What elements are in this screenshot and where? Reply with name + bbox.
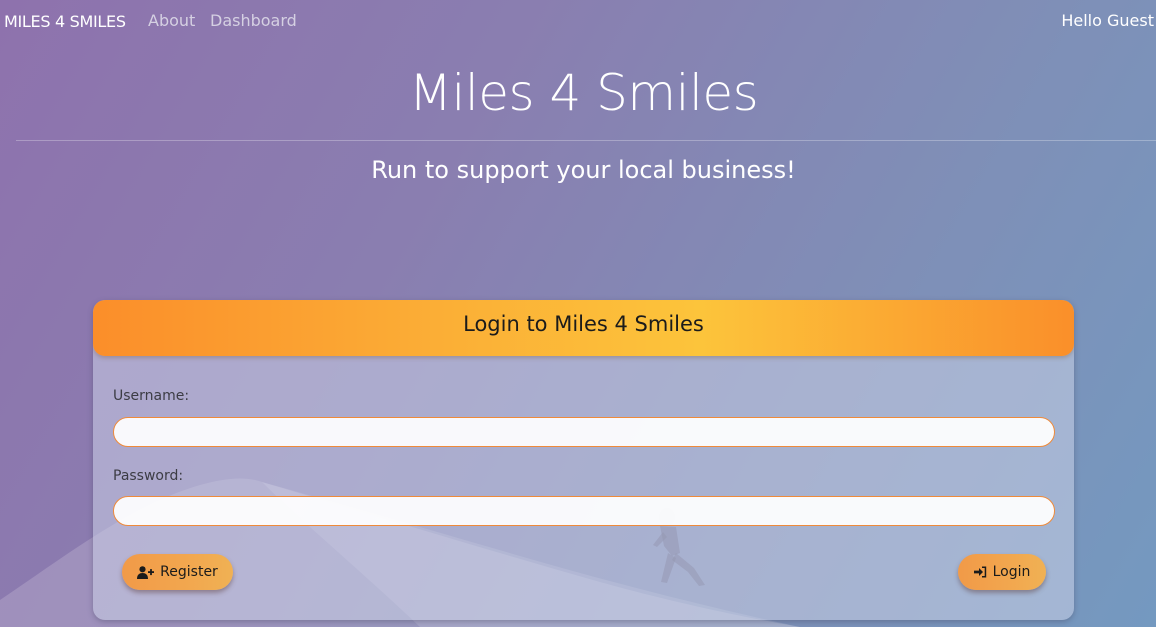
user-greeting: Hello Guest xyxy=(1061,11,1154,30)
password-input[interactable] xyxy=(113,496,1055,526)
register-button[interactable]: Register xyxy=(122,554,233,590)
page-title: Miles 4 Smiles xyxy=(408,64,759,122)
login-card-title: Login to Miles 4 Smiles xyxy=(463,312,704,336)
brand-link[interactable]: MILES 4 SMILES xyxy=(4,12,126,31)
login-card-header: Login to Miles 4 Smiles xyxy=(93,300,1074,356)
sign-in-icon xyxy=(973,566,987,578)
nav-link-dashboard[interactable]: Dashboard xyxy=(210,11,297,30)
login-card: Login to Miles 4 Smiles Username: Passwo… xyxy=(93,300,1074,620)
password-label: Password: xyxy=(113,468,184,484)
user-plus-icon xyxy=(137,565,155,579)
login-button[interactable]: Login xyxy=(958,554,1046,590)
hero-divider xyxy=(16,140,1156,141)
register-button-label: Register xyxy=(160,564,218,580)
username-input[interactable] xyxy=(113,417,1055,447)
page-subtitle: Run to support your local business! xyxy=(371,156,796,184)
top-navbar: MILES 4 SMILES About Dashboard Hello Gue… xyxy=(0,0,1156,42)
username-label: Username: xyxy=(113,388,190,404)
login-button-label: Login xyxy=(992,564,1031,580)
nav-link-about[interactable]: About xyxy=(148,11,195,30)
